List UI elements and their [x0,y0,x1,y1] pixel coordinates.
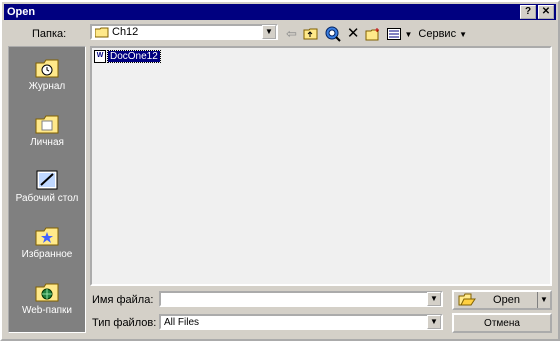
word-document-icon: W [94,50,106,63]
place-label: Web-папки [21,305,73,316]
chevron-down-icon[interactable]: ▼ [427,292,441,306]
toolbar: ⇦ ✕ ▼ Сервис ▼ [286,24,467,44]
place-web-folders[interactable]: Web-папки [9,281,85,316]
tools-menu[interactable]: Сервис ▼ [418,28,467,40]
places-bar: Журнал Личная Рабочий стол Избранное Web… [8,46,86,333]
delete-icon[interactable]: ✕ [347,26,360,42]
place-desktop[interactable]: Рабочий стол [9,169,85,204]
window-title: Open [7,6,36,18]
open-dialog: Open ? ✕ Папка: Ch12 ▼ ⇦ ✕ ▼ Сервис ▼ Жу… [0,0,560,341]
new-folder-icon[interactable] [365,27,381,41]
look-in-value: Ch12 [112,26,139,38]
chevron-down-icon[interactable]: ▼ [262,25,276,39]
history-folder-icon [35,59,59,78]
place-label: Избранное [21,249,73,260]
place-label: Личная [30,137,64,148]
open-folder-icon [458,293,476,306]
search-web-icon[interactable] [325,26,341,42]
open-button[interactable]: Open ▼ [452,290,552,310]
help-button[interactable]: ? [520,5,536,19]
favorites-folder-icon [35,227,59,246]
tools-label: Сервис [418,28,457,40]
list-item[interactable]: W DocOne12 [94,50,161,63]
place-favorites[interactable]: Избранное [9,225,85,260]
close-button[interactable]: ✕ [538,5,554,19]
desktop-icon [36,170,58,190]
folder-icon [95,27,109,37]
filetype-select[interactable]: All Files ▼ [159,314,443,330]
file-list[interactable]: W DocOne12 [90,46,552,286]
filename-label: Имя файла: [92,294,154,306]
place-history[interactable]: Журнал [9,57,85,92]
views-icon [387,28,402,40]
chevron-down-icon[interactable]: ▼ [427,315,441,329]
views-dropdown-icon: ▼ [404,29,413,39]
cancel-label: Отмена [484,317,520,329]
look-in-combo[interactable]: Ch12 ▼ [90,24,278,40]
views-button[interactable]: ▼ [387,28,412,40]
title-bar: Open ? ✕ [4,4,556,20]
cancel-button[interactable]: Отмена [452,313,552,333]
place-label: Рабочий стол [15,193,79,204]
filetype-label: Тип файлов: [92,317,157,329]
tools-dropdown-icon: ▼ [459,29,467,39]
open-label: Open [493,294,520,306]
filename-field[interactable]: ▼ [159,291,443,307]
back-arrow-icon[interactable]: ⇦ [286,26,297,42]
chevron-down-icon[interactable]: ▼ [537,292,550,308]
look-in-label: Папка: [32,28,67,40]
file-name: DocOne12 [107,50,161,63]
filetype-value: All Files [164,316,200,328]
my-documents-folder-icon [35,115,59,134]
up-folder-icon[interactable] [303,27,319,41]
place-label: Журнал [28,81,66,92]
web-folders-icon [35,283,59,302]
place-personal[interactable]: Личная [9,113,85,148]
